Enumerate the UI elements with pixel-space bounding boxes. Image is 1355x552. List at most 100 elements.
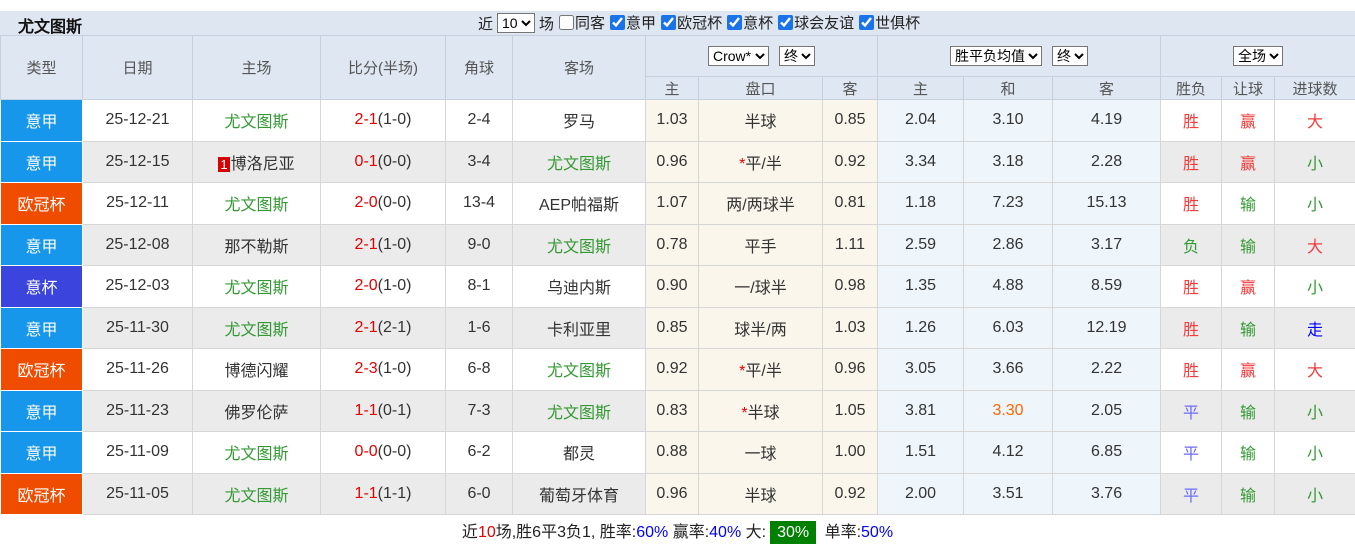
match-date: 25-12-11 (82, 182, 193, 225)
away-team-cell: AEP帕福斯 (512, 182, 646, 225)
league-filter-checkbox[interactable]: 世俱杯 (859, 12, 920, 33)
home-team-name[interactable]: 尤文图斯 (224, 446, 288, 463)
league-filter-checkbox[interactable]: 欧冠杯 (661, 12, 722, 33)
handicap-line-cell: *平/半 (698, 348, 823, 391)
league-filter-checkbox[interactable]: 意杯 (727, 12, 773, 33)
home-team-name[interactable]: 尤文图斯 (224, 280, 288, 297)
away-team-name[interactable]: 卡利亚里 (547, 322, 611, 339)
home-team-name[interactable]: 博德闪耀 (224, 363, 288, 380)
match-date: 25-11-09 (82, 431, 193, 474)
match-row: 意甲 25-12-08 那不勒斯 2-1(1-0) 9-0 尤文图斯 0.78 … (0, 223, 1355, 266)
away-team-name[interactable]: 葡萄牙体育 (539, 488, 619, 505)
away-team-cell: 尤文图斯 (512, 389, 646, 432)
league-badge: 意甲 (0, 99, 83, 142)
average-period-select[interactable]: 终 (1052, 46, 1089, 66)
avg-home-odds-cell: 1.51 (877, 431, 965, 474)
away-team-name[interactable]: 罗马 (563, 114, 595, 131)
home-team-name[interactable]: 佛罗伦萨 (224, 405, 288, 422)
summary-prefix: 近 (461, 524, 478, 541)
away-team-name[interactable]: AEP帕福斯 (539, 197, 619, 214)
home-team-name[interactable]: 尤文图斯 (224, 322, 288, 339)
league-filter-checkbox[interactable]: 同客 (559, 12, 605, 33)
avg-home-odds-cell: 2.59 (877, 223, 965, 266)
home-team-name[interactable]: 博洛尼亚 (231, 156, 295, 173)
match-row: 意甲 25-12-15 1 博洛尼亚 0-1(0-0) 3-4 尤文图斯 0.96… (0, 140, 1355, 183)
result-goals-cell: 大 (1274, 223, 1355, 266)
match-row: 意甲 25-12-21 尤文图斯 2-1(1-0) 2-4 罗马 1.03 半球… (0, 99, 1355, 142)
away-team-name[interactable]: 尤文图斯 (547, 363, 611, 380)
match-history-table: 类型 日期 主场 比分(半场) 角球 客场 Crow* 终 胜平负均值 终 全场… (0, 35, 1355, 515)
line-text: 平/半 (745, 363, 782, 381)
header-odds-home: 主 (645, 76, 699, 100)
line-text: 平/半 (745, 155, 782, 173)
away-team-name[interactable]: 乌迪内斯 (547, 280, 611, 297)
match-row: 欧冠杯 25-11-05 尤文图斯 1-1(1-1) 6-0 葡萄牙体育 0.9… (0, 472, 1355, 515)
recent-count-select[interactable]: 10 (497, 13, 536, 33)
header-type: 类型 (0, 35, 83, 100)
result-wdl-cell: 胜 (1160, 182, 1223, 225)
home-team-cell: 尤文图斯 (192, 182, 321, 225)
league-badge: 欧冠杯 (0, 472, 83, 515)
result-handicap-cell: 输 (1221, 431, 1276, 474)
result-goals-cell: 小 (1274, 472, 1355, 515)
avg-home-odds-cell: 2.04 (877, 99, 965, 142)
recent-label: 近 (478, 15, 494, 33)
avg-away-odds-cell: 15.13 (1052, 182, 1162, 225)
header-corner: 角球 (445, 35, 513, 100)
away-team-cell: 葡萄牙体育 (512, 472, 646, 515)
fulltime-score: 2-0 (354, 194, 378, 212)
summary-win-rate: 60% (636, 524, 669, 541)
header-avg-home: 主 (877, 76, 965, 100)
away-odds-cell: 0.92 (821, 472, 879, 515)
away-team-cell: 尤文图斯 (512, 348, 646, 391)
header-home: 主场 (192, 35, 321, 100)
avg-draw-odds-cell: 6.03 (963, 306, 1054, 349)
corner-cell: 13-4 (445, 182, 513, 225)
match-row: 欧冠杯 25-12-11 尤文图斯 2-0(0-0) 13-4 AEP帕福斯 1… (0, 182, 1355, 225)
league-filter-checkbox[interactable]: 意甲 (610, 12, 656, 33)
score-cell: 2-3(1-0) (320, 348, 446, 391)
home-odds-cell: 0.78 (645, 223, 699, 266)
top-bar: 尤文图斯 近 10 场 同客 意甲 欧冠杯 意杯 球会友谊 世俱杯 (0, 11, 1355, 36)
result-handicap-cell: 赢 (1221, 265, 1276, 308)
league-filter-checkbox-input[interactable] (559, 15, 575, 30)
bookmaker-select[interactable]: Crow* (708, 46, 769, 66)
away-odds-cell: 0.92 (821, 140, 879, 183)
away-team-name[interactable]: 都灵 (563, 446, 595, 463)
league-filter-label: 球会友谊 (794, 15, 855, 32)
header-avg-draw: 和 (963, 76, 1054, 100)
away-odds-cell: 0.96 (821, 348, 879, 391)
result-wdl-cell: 负 (1160, 223, 1223, 266)
header-score: 比分(半场) (320, 35, 446, 100)
header-date: 日期 (82, 35, 193, 100)
avg-draw-odds-cell: 3.18 (963, 140, 1054, 183)
home-team-cell: 尤文图斯 (192, 99, 321, 142)
match-scope-select[interactable]: 全场 (1233, 46, 1284, 66)
away-team-name[interactable]: 尤文图斯 (547, 405, 611, 422)
away-odds-cell: 1.05 (821, 389, 879, 432)
league-filter-checkbox-input[interactable] (727, 15, 743, 30)
home-team-cell: 佛罗伦萨 (192, 389, 321, 432)
halftime-score: (1-1) (377, 484, 412, 502)
home-team-name[interactable]: 尤文图斯 (224, 114, 288, 131)
league-filter-checkbox-input[interactable] (661, 15, 677, 30)
corner-cell: 9-0 (445, 223, 513, 266)
handicap-line-cell: 半球 (698, 472, 823, 515)
home-team-cell: 尤文图斯 (192, 431, 321, 474)
league-filter-checkbox[interactable]: 球会友谊 (778, 12, 854, 33)
league-badge: 意杯 (0, 265, 83, 308)
away-team-name[interactable]: 尤文图斯 (547, 156, 611, 173)
league-filter-checkbox-input[interactable] (859, 15, 875, 30)
home-team-name[interactable]: 尤文图斯 (224, 197, 288, 214)
league-filter-label: 同客 (575, 15, 606, 32)
corner-cell: 2-4 (445, 99, 513, 142)
home-team-name[interactable]: 尤文图斯 (224, 488, 288, 505)
odds-average-select[interactable]: 胜平负均值 (950, 46, 1043, 66)
away-team-name[interactable]: 尤文图斯 (547, 239, 611, 256)
home-team-name[interactable]: 那不勒斯 (224, 239, 288, 256)
line-text: 半球 (747, 404, 780, 422)
fulltime-score: 2-1 (354, 318, 378, 336)
league-filter-checkbox-input[interactable] (610, 15, 626, 30)
bookmaker-period-select[interactable]: 终 (779, 46, 815, 66)
league-filter-checkbox-input[interactable] (778, 15, 794, 30)
